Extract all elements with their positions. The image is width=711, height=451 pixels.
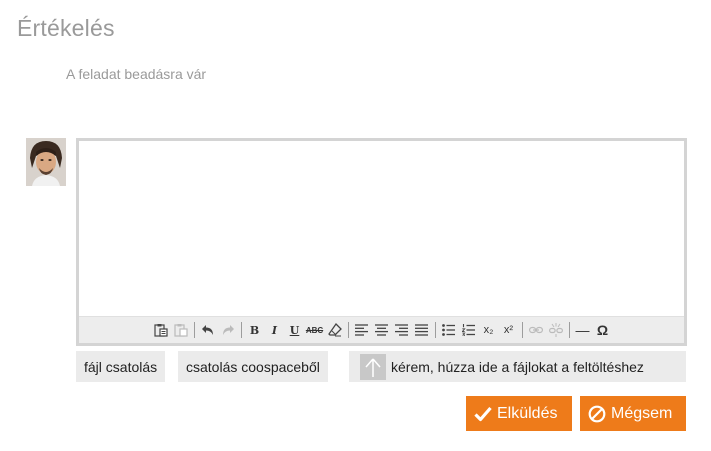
avatar [26, 138, 66, 186]
redo-icon[interactable] [218, 320, 238, 340]
subscript-button[interactable]: x₂ [479, 320, 499, 340]
toolbar-separator [568, 322, 570, 338]
file-attach-button[interactable]: fájl csatolás [76, 351, 166, 382]
special-character-button[interactable]: Ω [593, 320, 613, 340]
undo-icon[interactable] [198, 320, 218, 340]
coospace-attach-button[interactable]: csatolás coospaceből [178, 351, 328, 382]
upload-arrow-icon [360, 353, 386, 380]
link-icon[interactable] [526, 320, 546, 340]
toolbar-separator [434, 322, 436, 338]
unlink-icon[interactable] [546, 320, 566, 340]
file-drop-zone[interactable]: kérem, húzza ide a fájlokat a feltöltésh… [349, 351, 686, 382]
user-avatar-icon [26, 138, 66, 186]
editor-content-area[interactable] [79, 141, 684, 316]
cancel-button-label: Mégsem [611, 404, 673, 422]
paste-text-icon[interactable] [151, 320, 171, 340]
editor-toolbar: B I U ABC x₂ x² — Ω [79, 316, 684, 343]
numbered-list-icon[interactable] [459, 320, 479, 340]
page-title: Értékelés [17, 15, 115, 41]
prohibited-icon [588, 405, 606, 423]
submission-status: A feladat beadásra vár [66, 66, 207, 82]
italic-button[interactable]: I [265, 320, 285, 340]
toolbar-separator [240, 322, 242, 338]
drop-zone-label: kérem, húzza ide a fájlokat a feltöltésh… [391, 358, 644, 375]
underline-button[interactable]: U [285, 320, 305, 340]
checkmark-icon [474, 406, 492, 422]
strikethrough-button[interactable]: ABC [305, 320, 325, 340]
toolbar-separator [193, 322, 195, 338]
bulleted-list-icon[interactable] [439, 320, 459, 340]
paste-word-icon[interactable] [171, 320, 191, 340]
horizontal-rule-button[interactable]: — [573, 320, 593, 340]
superscript-button[interactable]: x² [499, 320, 519, 340]
toolbar-separator [347, 322, 349, 338]
cancel-button[interactable]: Mégsem [580, 396, 686, 431]
align-left-icon[interactable] [352, 320, 372, 340]
toolbar-separator [521, 322, 523, 338]
send-button[interactable]: Elküldés [466, 396, 572, 431]
bold-button[interactable]: B [245, 320, 265, 340]
align-right-icon[interactable] [392, 320, 412, 340]
align-justify-icon[interactable] [412, 320, 432, 340]
eraser-icon[interactable] [325, 320, 345, 340]
rich-text-editor[interactable]: B I U ABC x₂ x² — Ω [76, 138, 687, 346]
send-button-label: Elküldés [497, 404, 558, 422]
align-center-icon[interactable] [372, 320, 392, 340]
